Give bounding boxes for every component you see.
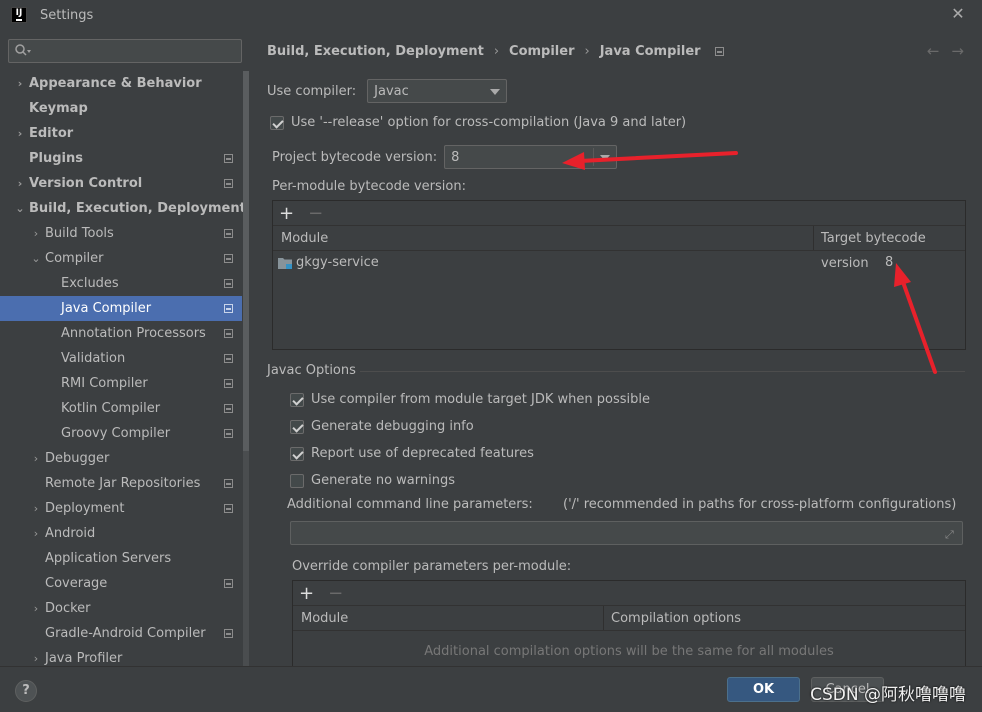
sidebar-item-build-execution-deployment[interactable]: ⌄ Build, Execution, Deployment <box>0 196 245 221</box>
sidebar-item-excludes[interactable]: Excludes <box>0 271 242 296</box>
sidebar-item-label: Debugger <box>45 451 110 466</box>
sidebar-item-label: Excludes <box>61 276 119 291</box>
settings-content: Build, Execution, Deployment › Compiler … <box>250 30 982 670</box>
arrow-head-bytecode <box>562 152 585 170</box>
project-level-icon <box>224 229 233 238</box>
sidebar-item-groovy-compiler[interactable]: Groovy Compiler <box>0 421 242 446</box>
project-level-icon <box>224 479 233 488</box>
sidebar-item-deployment[interactable]: › Deployment <box>0 496 242 521</box>
sidebar-item-label: Java Compiler <box>61 301 152 316</box>
chevron-right-icon[interactable]: › <box>14 71 26 96</box>
project-level-icon <box>224 504 233 513</box>
project-level-icon <box>224 154 233 163</box>
sidebar-item-annotation-processors[interactable]: Annotation Processors <box>0 321 242 346</box>
sidebar-item-label: Editor <box>29 126 74 141</box>
sidebar-item-appearance-behavior[interactable]: › Appearance & Behavior <box>0 71 242 96</box>
settings-tree: › Appearance & Behavior Keymap › Editor Plugi… <box>0 71 246 671</box>
watermark: CSDN @阿秋噜噜噜 <box>810 685 966 705</box>
project-level-icon <box>224 354 233 363</box>
title-bar: IJ Settings ✕ <box>0 0 982 30</box>
arrow-line-bytecode <box>578 151 738 163</box>
project-level-icon <box>224 304 233 313</box>
project-level-icon <box>224 404 233 413</box>
sidebar-item-label: Build, Execution, Deployment <box>29 201 246 216</box>
annotation-arrows <box>562 151 937 374</box>
sidebar-scrollbar[interactable] <box>243 71 249 666</box>
sidebar-item-label: Coverage <box>45 576 108 591</box>
sidebar-item-label: Groovy Compiler <box>61 426 171 441</box>
dialog-footer: ? OK Cancel CSDN @阿秋噜噜噜 <box>0 666 982 712</box>
scrollbar-thumb[interactable] <box>243 71 249 451</box>
sidebar-item-gradle-android-compiler[interactable]: Gradle-Android Compiler <box>0 621 242 646</box>
sidebar-item-label: Remote Jar Repositories <box>45 476 201 491</box>
sidebar-item-label: Annotation Processors <box>61 326 206 341</box>
arrow-head-target <box>894 263 911 287</box>
sidebar-item-editor[interactable]: › Editor <box>0 121 242 146</box>
search-icon <box>15 44 31 56</box>
sidebar-item-coverage[interactable]: Coverage <box>0 571 242 596</box>
ok-button[interactable]: OK <box>727 677 800 702</box>
intellij-logo-icon: IJ <box>11 7 27 23</box>
chevron-right-icon[interactable]: › <box>30 596 42 621</box>
chevron-right-icon[interactable]: › <box>30 446 42 471</box>
project-level-icon <box>224 379 233 388</box>
project-level-icon <box>224 254 233 263</box>
project-level-icon <box>224 429 233 438</box>
sidebar-item-plugins[interactable]: Plugins <box>0 146 242 171</box>
sidebar-item-validation[interactable]: Validation <box>0 346 242 371</box>
sidebar-item-application-servers[interactable]: Application Servers <box>0 546 242 571</box>
search-input[interactable] <box>8 39 242 63</box>
sidebar-item-label: Android <box>45 526 96 541</box>
sidebar-item-label: Version Control <box>29 176 143 191</box>
help-button[interactable]: ? <box>15 680 37 702</box>
chevron-right-icon[interactable]: › <box>30 521 42 546</box>
sidebar-item-compiler[interactable]: ⌄ Compiler <box>0 246 242 271</box>
sidebar-item-build-tools[interactable]: › Build Tools <box>0 221 242 246</box>
chevron-right-icon[interactable]: › <box>14 121 26 146</box>
sidebar-item-label: Plugins <box>29 151 83 166</box>
sidebar-item-kotlin-compiler[interactable]: Kotlin Compiler <box>0 396 242 421</box>
project-level-icon <box>224 629 233 638</box>
close-icon[interactable]: ✕ <box>950 6 966 22</box>
chevron-down-icon[interactable]: ⌄ <box>30 246 42 271</box>
project-level-icon <box>224 179 233 188</box>
sidebar-item-debugger[interactable]: › Debugger <box>0 446 242 471</box>
settings-sidebar: › Appearance & Behavior Keymap › Editor Plugi… <box>0 30 250 666</box>
project-level-icon <box>224 579 233 588</box>
sidebar-item-label: RMI Compiler <box>61 376 148 391</box>
chevron-right-icon[interactable]: › <box>30 221 42 246</box>
sidebar-item-label: Build Tools <box>45 226 114 241</box>
sidebar-item-java-compiler[interactable]: Java Compiler <box>0 296 242 321</box>
sidebar-item-label: Docker <box>45 601 91 616</box>
sidebar-item-keymap[interactable]: Keymap <box>0 96 242 121</box>
sidebar-item-label: Gradle-Android Compiler <box>45 626 206 641</box>
sidebar-item-rmi-compiler[interactable]: RMI Compiler <box>0 371 242 396</box>
sidebar-item-label: Compiler <box>45 251 104 266</box>
sidebar-item-android[interactable]: › Android <box>0 521 242 546</box>
window-title: Settings <box>40 7 94 23</box>
sidebar-item-remote-jar-repositories[interactable]: Remote Jar Repositories <box>0 471 242 496</box>
sidebar-item-label: Deployment <box>45 501 125 516</box>
sidebar-item-label: Validation <box>61 351 126 366</box>
sidebar-item-label: Application Servers <box>45 551 172 566</box>
sidebar-item-label: Keymap <box>29 101 88 116</box>
chevron-down-icon[interactable]: ⌄ <box>14 196 26 221</box>
chevron-right-icon[interactable]: › <box>30 496 42 521</box>
chevron-right-icon[interactable]: › <box>14 171 26 196</box>
arrow-line-target <box>901 280 937 374</box>
sidebar-item-label: Appearance & Behavior <box>29 76 202 91</box>
sidebar-item-label: Kotlin Compiler <box>61 401 161 416</box>
project-level-icon <box>224 329 233 338</box>
project-level-icon <box>224 279 233 288</box>
sidebar-item-docker[interactable]: › Docker <box>0 596 242 621</box>
sidebar-item-version-control[interactable]: › Version Control <box>0 171 242 196</box>
